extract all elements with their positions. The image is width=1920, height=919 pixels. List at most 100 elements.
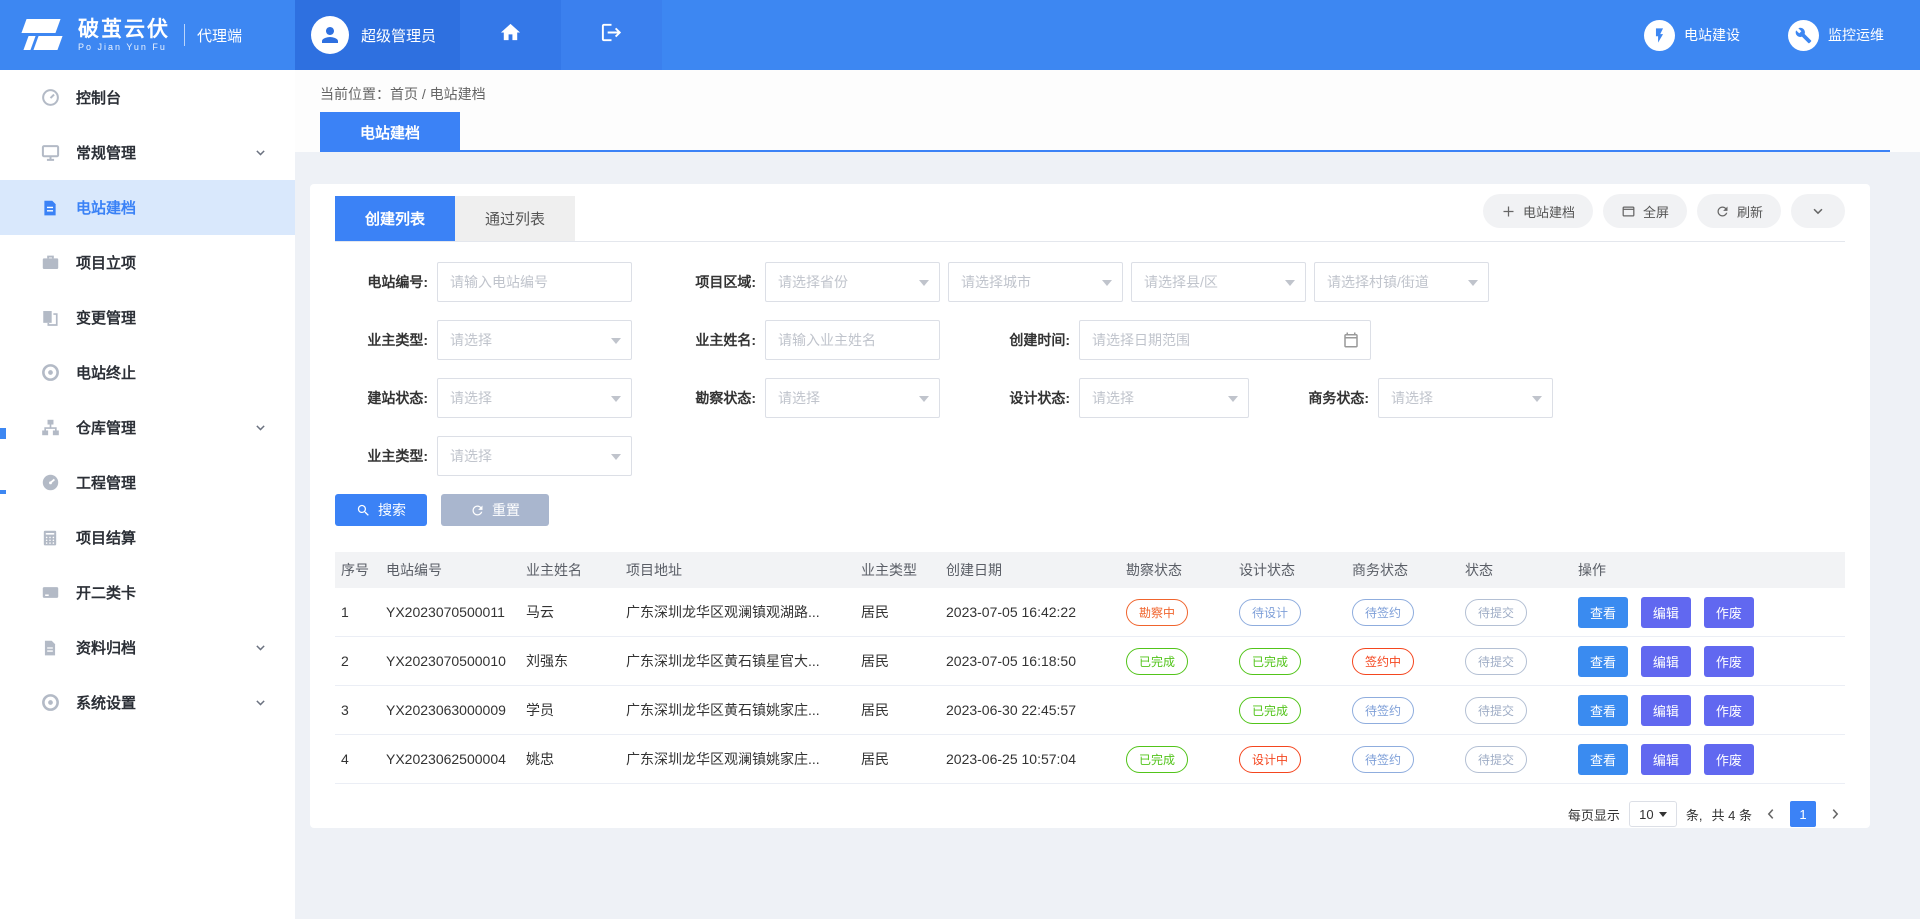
build-status-select[interactable]: 请选择: [437, 378, 632, 418]
void-button[interactable]: 作废: [1704, 646, 1754, 677]
date-range-input[interactable]: 请选择日期范围: [1079, 320, 1371, 360]
cell-created: 2023-07-05 16:18:50: [940, 653, 1120, 669]
filter-row-2: 业主类型: 请选择 业主姓名: 创建时间: 请选择日期范围: [335, 320, 1845, 360]
prev-page-button[interactable]: [1761, 807, 1781, 821]
chevron-down-icon: [1811, 204, 1825, 218]
sidebar-item-change-mgmt[interactable]: 变更管理: [0, 290, 295, 345]
status-badge: 待签约: [1352, 746, 1414, 773]
sidebar-item-project-settlement[interactable]: 项目结算: [0, 510, 295, 565]
main-area: 当前位置：首页 / 电站建档 电站建档 创建列表 通过列表 电站建档 全屏: [295, 70, 1920, 919]
logo-area: 破茧云伏 Po Jian Yun Fu 代理端: [0, 0, 295, 70]
page-tab-station-archive[interactable]: 电站建档: [320, 112, 460, 152]
cell-type: 居民: [855, 602, 940, 622]
nav-station-build[interactable]: 电站建设: [1644, 20, 1740, 51]
next-page-button[interactable]: [1825, 807, 1845, 821]
add-station-button[interactable]: 电站建档: [1483, 194, 1593, 228]
archive-icon: [40, 639, 60, 657]
briefcase-icon: [40, 253, 60, 272]
filter-row-3: 建站状态: 请选择 勘察状态: 请选择 设计状态: 请选择 商务状态: 请选择: [335, 378, 1845, 418]
void-button[interactable]: 作废: [1704, 695, 1754, 726]
dashboard-icon: [40, 88, 60, 107]
cell-type: 居民: [855, 700, 940, 720]
wrench-icon: [1788, 20, 1819, 51]
table-row: 3 YX2023063000009 学员 广东深圳龙华区黄石镇姚家庄... 居民…: [335, 686, 1845, 735]
card-icon: [40, 583, 60, 602]
view-button[interactable]: 查看: [1578, 646, 1628, 677]
county-select[interactable]: 请选择县/区: [1131, 262, 1306, 302]
home-button[interactable]: [460, 0, 561, 70]
province-select[interactable]: 请选择省份: [765, 262, 940, 302]
logout-icon: [600, 21, 623, 49]
reset-button[interactable]: 重置: [441, 494, 549, 526]
sidebar-item-data-archive[interactable]: 资料归档: [0, 620, 295, 675]
sidebar-item-station-archive[interactable]: 电站建档: [0, 180, 295, 235]
filter-row-4: 业主类型: 请选择: [335, 436, 1845, 476]
edit-button[interactable]: 编辑: [1641, 695, 1691, 726]
void-button[interactable]: 作废: [1704, 744, 1754, 775]
portal-label: 代理端: [197, 25, 242, 46]
city-select[interactable]: 请选择城市: [948, 262, 1123, 302]
page-number-current[interactable]: 1: [1790, 801, 1816, 827]
edit-button[interactable]: 编辑: [1641, 646, 1691, 677]
town-select[interactable]: 请选择村镇/街道: [1314, 262, 1489, 302]
sidebar-item-engineering-mgmt[interactable]: 工程管理: [0, 455, 295, 510]
refresh-icon: [1715, 204, 1730, 219]
sidebar-item-station-termination[interactable]: 电站终止: [0, 345, 295, 400]
col-actions: 操作: [1572, 560, 1845, 580]
owner-name-label: 业主姓名:: [672, 330, 756, 350]
tab-passed-list[interactable]: 通过列表: [455, 196, 575, 241]
user-menu[interactable]: 超级管理员: [295, 0, 460, 70]
create-time-label: 创建时间:: [986, 330, 1070, 350]
fullscreen-icon: [1621, 204, 1636, 219]
owner-type-select[interactable]: 请选择: [437, 320, 632, 360]
cell-code: YX2023062500004: [380, 751, 520, 767]
station-code-input[interactable]: [437, 262, 632, 302]
refresh-label: 刷新: [1737, 202, 1763, 221]
station-code-label: 电站编号:: [335, 272, 428, 292]
total-label: 共 4 条: [1712, 805, 1752, 824]
plus-icon: [1501, 204, 1516, 219]
cell-owner: 刘强东: [520, 651, 620, 671]
business-status-select[interactable]: 请选择: [1378, 378, 1553, 418]
view-button[interactable]: 查看: [1578, 597, 1628, 628]
sidebar-item-label: 资料归档: [76, 637, 136, 658]
tab-create-list[interactable]: 创建列表: [335, 196, 455, 241]
refresh-button[interactable]: 刷新: [1697, 194, 1781, 228]
status-badge: 待提交: [1465, 746, 1527, 773]
void-button[interactable]: 作废: [1704, 597, 1754, 628]
edit-button[interactable]: 编辑: [1641, 744, 1691, 775]
owner-type2-select[interactable]: 请选择: [437, 436, 632, 476]
collapse-toolbar-button[interactable]: [1791, 194, 1845, 228]
owner-name-input[interactable]: [765, 320, 940, 360]
sidebar-item-project-initiation[interactable]: 项目立项: [0, 235, 295, 290]
sidebar-item-label: 工程管理: [76, 472, 136, 493]
lightning-icon: [1644, 20, 1675, 51]
fullscreen-button[interactable]: 全屏: [1603, 194, 1687, 228]
nav-monitor-ops[interactable]: 监控运维: [1788, 20, 1884, 51]
page-size-select[interactable]: 10: [1629, 801, 1677, 827]
design-status-select[interactable]: 请选择: [1079, 378, 1249, 418]
brand-subtitle: Po Jian Yun Fu: [78, 42, 170, 52]
sidebar-item-label: 电站建档: [76, 197, 136, 218]
brand-title: 破茧云伏 Po Jian Yun Fu: [78, 18, 170, 51]
sidebar-item-open-card[interactable]: 开二类卡: [0, 565, 295, 620]
cell-no: 1: [335, 604, 380, 620]
status-badge: 待设计: [1239, 599, 1301, 626]
sidebar-item-system-settings[interactable]: 系统设置: [0, 675, 295, 730]
chevron-down-icon: [254, 641, 267, 654]
survey-status-label: 勘察状态:: [672, 388, 756, 408]
view-button[interactable]: 查看: [1578, 695, 1628, 726]
business-status-label: 商务状态:: [1285, 388, 1369, 408]
sidebar-item-console[interactable]: 控制台: [0, 70, 295, 125]
cell-address: 广东深圳龙华区黄石镇姚家庄...: [620, 700, 855, 720]
sidebar-item-warehouse-mgmt[interactable]: 仓库管理: [0, 400, 295, 455]
status-badge: 已完成: [1239, 648, 1301, 675]
view-button[interactable]: 查看: [1578, 744, 1628, 775]
survey-status-select[interactable]: 请选择: [765, 378, 940, 418]
logout-button[interactable]: [561, 0, 662, 70]
search-button[interactable]: 搜索: [335, 494, 427, 526]
sidebar-item-general-mgmt[interactable]: 常规管理: [0, 125, 295, 180]
panel-tab-bar: 创建列表 通过列表 电站建档 全屏 刷新: [335, 184, 1845, 242]
edit-button[interactable]: 编辑: [1641, 597, 1691, 628]
breadcrumb-strip: 当前位置：首页 / 电站建档 电站建档: [295, 70, 1920, 152]
